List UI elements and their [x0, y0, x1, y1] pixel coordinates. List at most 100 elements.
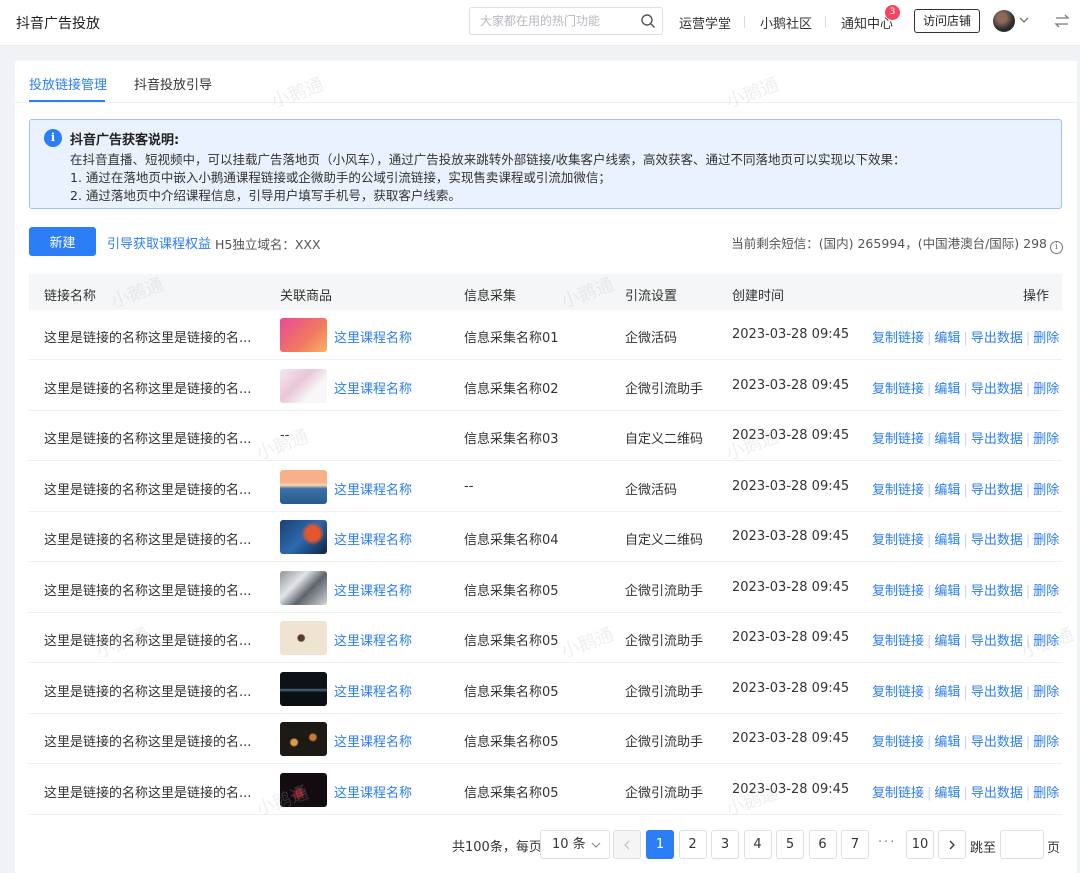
export-data-button[interactable]: 导出数据 [971, 634, 1023, 649]
page-button[interactable]: 5 [776, 830, 804, 859]
delete-button[interactable]: 删除 [1033, 685, 1059, 700]
action-separator: | [927, 482, 932, 498]
delete-button[interactable]: 删除 [1033, 786, 1059, 801]
export-data-button[interactable]: 导出数据 [971, 735, 1023, 750]
nav-separator [825, 16, 826, 28]
course-link[interactable]: 这里课程名称 [334, 681, 412, 700]
export-data-button[interactable]: 导出数据 [971, 483, 1023, 498]
edit-button[interactable]: 编辑 [934, 483, 960, 498]
copy-link-button[interactable]: 复制链接 [872, 634, 924, 649]
export-data-button[interactable]: 导出数据 [971, 533, 1023, 548]
visit-store-button[interactable]: 访问店铺 [914, 9, 980, 33]
nav-learning[interactable]: 运营学堂 [679, 13, 731, 32]
edit-button[interactable]: 编辑 [934, 432, 960, 447]
edit-button[interactable]: 编辑 [934, 685, 960, 700]
nav-community[interactable]: 小鹅社区 [760, 13, 812, 32]
link-name: 这里是链接的名称这里是链接的名... [44, 785, 252, 801]
export-data-button[interactable]: 导出数据 [971, 432, 1023, 447]
column-header: 引流设置 [625, 289, 678, 304]
copy-link-button[interactable]: 复制链接 [872, 584, 924, 599]
prev-page-button[interactable] [613, 830, 641, 859]
tab-link-management[interactable]: 投放链接管理 [29, 74, 107, 93]
action-separator: | [927, 583, 932, 599]
export-data-button[interactable]: 导出数据 [971, 382, 1023, 397]
copy-link-button[interactable]: 复制链接 [872, 483, 924, 498]
info-collection: 信息采集名称05 [464, 785, 559, 801]
delete-button[interactable]: 删除 [1033, 483, 1059, 498]
delete-button[interactable]: 删除 [1033, 432, 1059, 447]
action-separator: | [927, 533, 932, 548]
chevron-down-icon[interactable] [1018, 15, 1030, 25]
tab-douyin-guide[interactable]: 抖音投放引导 [134, 74, 212, 93]
chevron-right-icon [949, 840, 955, 850]
avatar[interactable] [993, 10, 1015, 32]
main-panel: 投放链接管理 抖音投放引导 i 抖音广告获客说明: 在抖音直播、短视频中，可以挂… [15, 61, 1077, 873]
edit-button[interactable]: 编辑 [934, 735, 960, 750]
course-link[interactable]: 这里课程名称 [334, 580, 412, 599]
search-box[interactable] [469, 7, 663, 35]
export-data-button[interactable]: 导出数据 [971, 584, 1023, 599]
new-button[interactable]: 新建 [29, 227, 96, 256]
export-data-button[interactable]: 导出数据 [971, 685, 1023, 700]
copy-link-button[interactable]: 复制链接 [872, 382, 924, 397]
delete-button[interactable]: 删除 [1033, 382, 1059, 397]
page-size-value: 10 条 [552, 837, 586, 852]
info-icon[interactable]: i [1050, 241, 1063, 254]
course-link[interactable]: 这里课程名称 [334, 378, 412, 397]
export-data-button[interactable]: 导出数据 [971, 331, 1023, 346]
copy-link-button[interactable]: 复制链接 [872, 735, 924, 750]
edit-button[interactable]: 编辑 [934, 786, 960, 801]
table-row: 这里是链接的名称这里是链接的名... 这里课程名称 信息采集名称05 企微引流助手 20… [29, 765, 1062, 815]
delete-button[interactable]: 删除 [1033, 584, 1059, 599]
jump-label: 跳至 [970, 841, 997, 856]
action-separator: | [927, 785, 932, 801]
search-icon[interactable] [640, 13, 656, 29]
copy-link-button[interactable]: 复制链接 [872, 533, 924, 548]
copy-link-button[interactable]: 复制链接 [872, 432, 924, 447]
edit-button[interactable]: 编辑 [934, 584, 960, 599]
page-button[interactable]: 7 [841, 830, 869, 859]
next-page-button[interactable] [938, 830, 966, 859]
page-button-last[interactable]: 10 [906, 830, 934, 859]
delete-button[interactable]: 删除 [1033, 634, 1059, 649]
delete-button[interactable]: 删除 [1033, 533, 1059, 548]
edit-button[interactable]: 编辑 [934, 331, 960, 346]
page-button[interactable]: 3 [711, 830, 739, 859]
course-link[interactable]: 这里课程名称 [334, 479, 412, 498]
edit-button[interactable]: 编辑 [934, 533, 960, 548]
guide-course-link[interactable]: 引导获取课程权益 [107, 233, 211, 252]
jump-input[interactable] [1000, 830, 1044, 859]
delete-button[interactable]: 删除 [1033, 735, 1059, 750]
action-separator: | [963, 381, 968, 397]
product-thumbnail [280, 469, 327, 504]
pager-total: 共100条，每页 [452, 840, 542, 855]
delete-button[interactable]: 删除 [1033, 331, 1059, 346]
course-link[interactable]: 这里课程名称 [334, 731, 412, 750]
export-data-button[interactable]: 导出数据 [971, 786, 1023, 801]
action-separator: | [963, 684, 968, 700]
action-separator: | [963, 634, 968, 649]
notification-badge: 3 [885, 5, 900, 20]
page-button[interactable]: 6 [808, 830, 837, 859]
copy-link-button[interactable]: 复制链接 [872, 786, 924, 801]
page-button[interactable]: 1 [646, 830, 674, 859]
search-input[interactable] [470, 8, 630, 34]
action-separator: | [1025, 684, 1031, 700]
course-link[interactable]: 这里课程名称 [334, 782, 412, 801]
action-separator: | [963, 533, 968, 548]
edit-button[interactable]: 编辑 [934, 382, 960, 397]
copy-link-button[interactable]: 复制链接 [872, 685, 924, 700]
copy-link-button[interactable]: 复制链接 [872, 331, 924, 346]
switch-arrows-icon[interactable] [1054, 13, 1070, 29]
page-size-select[interactable]: 10 条 [540, 830, 610, 859]
course-link[interactable]: 这里课程名称 [334, 529, 412, 548]
action-separator: | [1025, 533, 1031, 548]
traffic-setting: 企微引流助手 [625, 735, 704, 750]
edit-button[interactable]: 编辑 [934, 634, 960, 649]
page-button[interactable]: 4 [743, 830, 772, 859]
course-link[interactable]: 这里课程名称 [334, 327, 412, 346]
page-button[interactable]: 2 [678, 830, 707, 859]
course-link[interactable]: 这里课程名称 [334, 630, 412, 649]
nav-separator [744, 16, 745, 28]
product-thumbnail [280, 671, 327, 706]
